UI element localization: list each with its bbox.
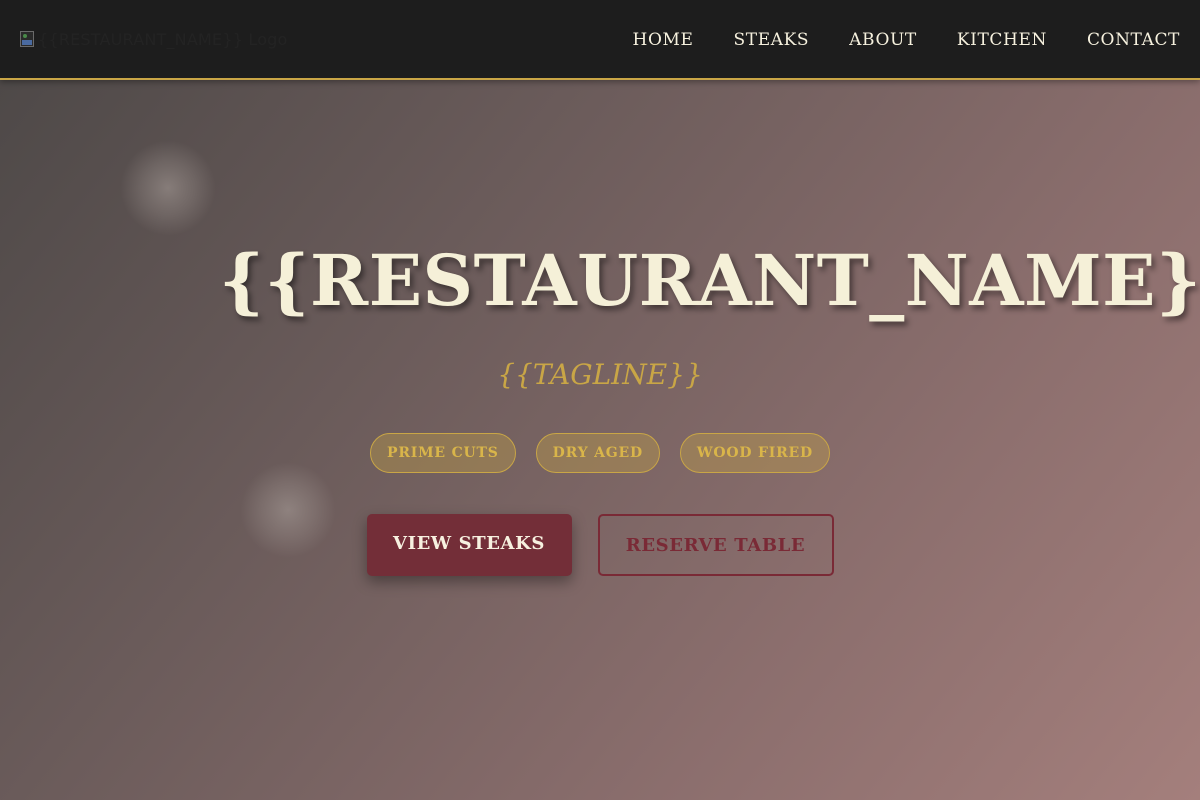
hero-tagline: {{TAGLINE}} [497, 358, 703, 391]
badge-wood-fired: WOOD FIRED [679, 433, 830, 473]
feature-badges: PRIME CUTS DRY AGED WOOD FIRED [0, 433, 1200, 473]
reserve-table-button[interactable]: RESERVE TABLE [597, 514, 834, 576]
logo-alt-text: {{RESTAURANT_NAME}} Logo [38, 29, 288, 49]
main-nav: HOME STEAKS ABOUT KITCHEN CONTACT [633, 0, 1180, 80]
nav-link-kitchen[interactable]: KITCHEN [957, 30, 1047, 50]
nav-link-about[interactable]: ABOUT [849, 30, 917, 50]
nav-link-steaks[interactable]: STEAKS [734, 30, 810, 50]
broken-image-icon [20, 31, 34, 47]
hero-title: {{RESTAURANT_NAME}} [219, 239, 1200, 322]
badge-prime-cuts: PRIME CUTS [370, 433, 516, 473]
nav-link-home[interactable]: HOME [633, 30, 694, 50]
hero-actions: VIEW STEAKS RESERVE TABLE [0, 514, 1200, 576]
view-steaks-button[interactable]: VIEW STEAKS [366, 514, 572, 576]
nav-link-contact[interactable]: CONTACT [1087, 30, 1180, 50]
restaurant-logo[interactable]: {{RESTAURANT_NAME}} Logo [20, 28, 288, 50]
decorative-bokeh [120, 140, 216, 236]
top-navigation-bar: {{RESTAURANT_NAME}} Logo HOME STEAKS ABO… [0, 0, 1200, 80]
badge-dry-aged: DRY AGED [535, 433, 660, 473]
